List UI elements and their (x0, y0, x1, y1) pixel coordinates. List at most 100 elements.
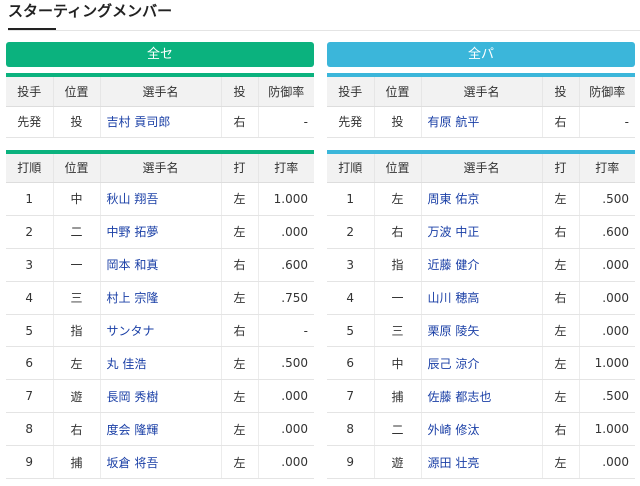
bats-hand: 左 (542, 248, 580, 282)
batter-row: 6 中辰己 涼介左 1.000 (327, 346, 635, 381)
header-pitcher: 投手 (327, 75, 375, 107)
header-batting-order: 打順 (327, 151, 375, 183)
batting-order: 6 (6, 346, 54, 381)
pitcher-hand: 右 (542, 106, 580, 138)
player-name-link[interactable]: 辰己 涼介 (421, 346, 543, 381)
batting-average: .000 (579, 281, 635, 315)
header-player-name: 選手名 (421, 75, 543, 107)
player-name-link[interactable]: 栗原 陵矢 (421, 314, 543, 348)
player-name-link[interactable]: 村上 宗隆 (100, 281, 222, 315)
player-name-link[interactable]: 坂倉 将吾 (100, 445, 222, 480)
page-title: スターティングメンバー (8, 2, 173, 20)
batter-row: 5 指サンタナ右 - (6, 314, 314, 348)
header-era: 防御率 (579, 75, 635, 107)
batter-row: 6左丸 佳浩左 .500 (6, 346, 314, 381)
pitcher-header-row: 投手 位置 選手名 投 防御率 (6, 75, 314, 107)
bats-hand: 左 (221, 379, 259, 414)
player-name-link[interactable]: 岡本 和真 (100, 248, 222, 282)
header-throws: 投 (221, 75, 259, 107)
batter-row: 8 二外崎 修汰右 1.000 (327, 412, 635, 447)
bats-hand: 左 (542, 445, 580, 480)
batting-order: 8 (6, 412, 54, 447)
player-name-link[interactable]: 源田 壮亮 (421, 445, 543, 480)
team-tab-central[interactable]: 全セ (6, 42, 314, 67)
pitcher-era: - (258, 106, 314, 138)
pitcher-role: 先発 (327, 106, 375, 138)
batting-average: - (258, 314, 314, 348)
batting-order: 6 (327, 346, 375, 381)
position: 三 (53, 281, 101, 315)
pitcher-table: 投手 位置 選手名 投 防御率 先発 投 有原 航平 右 - (327, 73, 635, 138)
position: 二 (374, 412, 422, 447)
batter-row: 4 一山川 穂高右 .000 (327, 281, 635, 315)
position: 捕 (53, 445, 101, 480)
header-batting-average: 打率 (258, 151, 314, 183)
batter-row: 8 右度会 隆輝左 .000 (6, 412, 314, 447)
batting-average: .000 (258, 379, 314, 414)
batting-order: 1 (6, 182, 54, 216)
batter-row: 9 遊源田 壮亮左 .000 (327, 445, 635, 480)
player-name-link[interactable]: 外崎 修汰 (421, 412, 543, 447)
position: 右 (53, 412, 101, 447)
batting-order: 9 (327, 445, 375, 480)
position: 指 (53, 314, 101, 348)
pitcher-table: 投手 位置 選手名 投 防御率 先発 投 吉村 貢司郎 右 - (6, 73, 314, 138)
position: 一 (53, 248, 101, 282)
header-batting-average: 打率 (579, 151, 635, 183)
player-name-link[interactable]: 中野 拓夢 (100, 215, 222, 249)
position: 指 (374, 248, 422, 282)
batting-order: 5 (327, 314, 375, 348)
batting-order-table: 打順 位置 選手名 打 打率 1 中秋山 翔吾左 1.000 2 二中野 拓夢左 .000… (6, 149, 314, 480)
title-divider (8, 30, 640, 31)
batter-row: 3 一岡本 和真右 .600 (6, 248, 314, 282)
player-name-link[interactable]: 丸 佳浩 (100, 346, 222, 381)
header-throws: 投 (542, 75, 580, 107)
batting-order: 5 (6, 314, 54, 348)
batter-row: 3 指近藤 健介左 .000 (327, 248, 635, 282)
bats-hand: 左 (221, 215, 259, 249)
bats-hand: 右 (221, 314, 259, 348)
player-name-link[interactable]: 度会 隆輝 (100, 412, 222, 447)
position: 中 (53, 182, 101, 216)
player-name-link[interactable]: 長岡 秀樹 (100, 379, 222, 414)
batter-row: 1 左周東 佑京左 .500 (327, 182, 635, 216)
position: 二 (53, 215, 101, 249)
header-position: 位置 (53, 151, 101, 183)
team-tab-pacific[interactable]: 全パ (327, 42, 635, 67)
batting-order: 1 (327, 182, 375, 216)
batting-average: 1.000 (258, 182, 314, 216)
bats-hand: 左 (221, 445, 259, 480)
batting-order: 4 (6, 281, 54, 315)
player-name-link[interactable]: 山川 穂高 (421, 281, 543, 315)
batter-row: 2 右万波 中正右 .600 (327, 215, 635, 249)
batter-header-row: 打順 位置 選手名 打 打率 (6, 151, 314, 183)
player-name-link[interactable]: 万波 中正 (421, 215, 543, 249)
player-name-link[interactable]: サンタナ (100, 314, 222, 348)
player-name-link[interactable]: 近藤 健介 (421, 248, 543, 282)
pitcher-hand: 右 (221, 106, 259, 138)
batting-order: 7 (6, 379, 54, 414)
batting-order: 2 (6, 215, 54, 249)
pitcher-name-link[interactable]: 吉村 貢司郎 (100, 106, 222, 138)
batting-order: 2 (327, 215, 375, 249)
pitcher-role: 先発 (6, 106, 54, 138)
batter-row: 1 中秋山 翔吾左 1.000 (6, 182, 314, 216)
bats-hand: 右 (542, 215, 580, 249)
pacific-league-column: 全パ 投手 位置 選手名 投 防御率 先発 投 有原 航平 右 - 打順 位置 … (327, 42, 635, 480)
batting-average: .500 (579, 182, 635, 216)
position: 遊 (53, 379, 101, 414)
bats-hand: 左 (542, 314, 580, 348)
player-name-link[interactable]: 秋山 翔吾 (100, 182, 222, 216)
player-name-link[interactable]: 佐藤 都志也 (421, 379, 543, 414)
position: 中 (374, 346, 422, 381)
batter-header-row: 打順 位置 選手名 打 打率 (327, 151, 635, 183)
header-position: 位置 (374, 75, 422, 107)
player-name-link[interactable]: 周東 佑京 (421, 182, 543, 216)
batting-order: 7 (327, 379, 375, 414)
batting-average: .000 (579, 248, 635, 282)
header-pitcher: 投手 (6, 75, 54, 107)
position: 左 (374, 182, 422, 216)
batting-average: 1.000 (579, 346, 635, 381)
pitcher-name-link[interactable]: 有原 航平 (421, 106, 543, 138)
header-player-name: 選手名 (100, 75, 222, 107)
